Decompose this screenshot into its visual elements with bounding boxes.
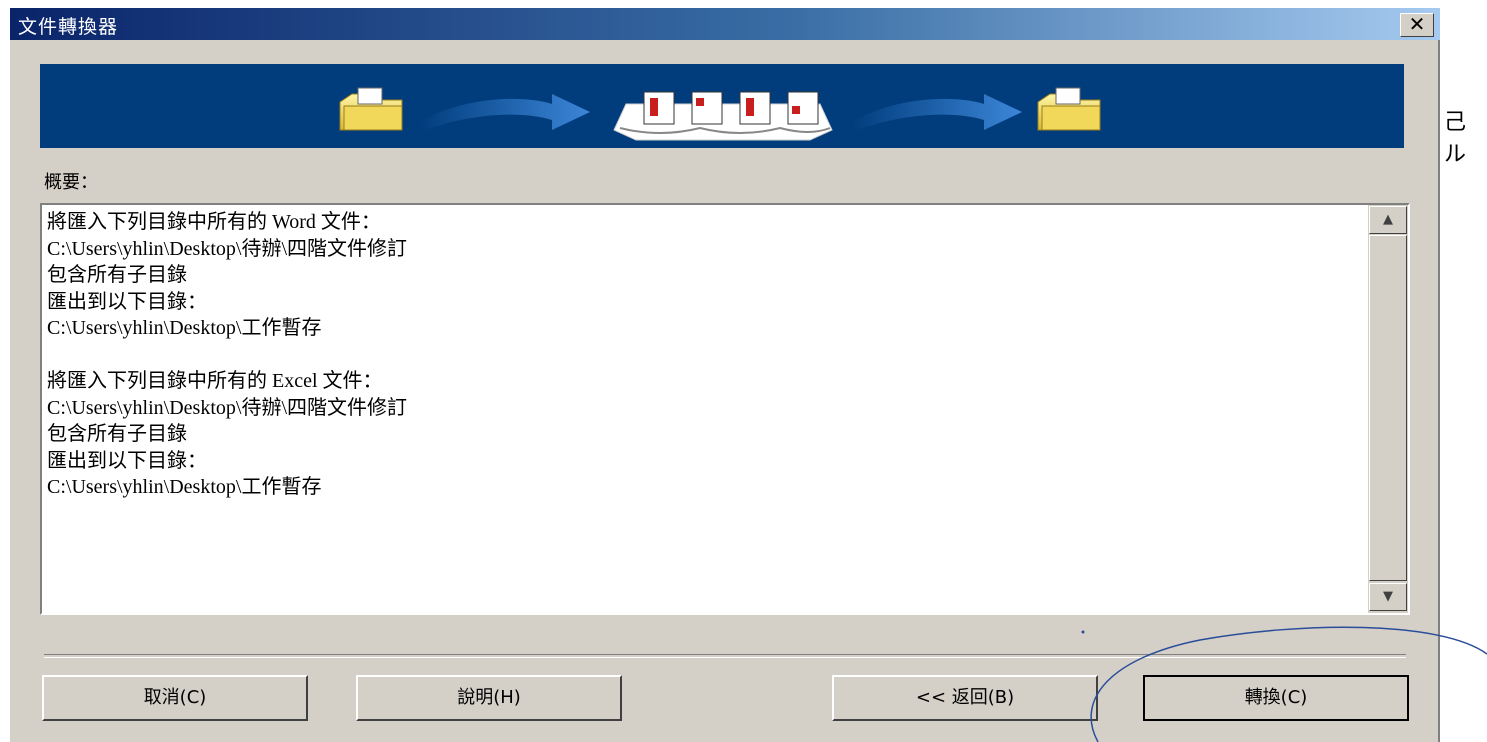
hand-drawn-circle-annotation <box>1081 626 1487 742</box>
